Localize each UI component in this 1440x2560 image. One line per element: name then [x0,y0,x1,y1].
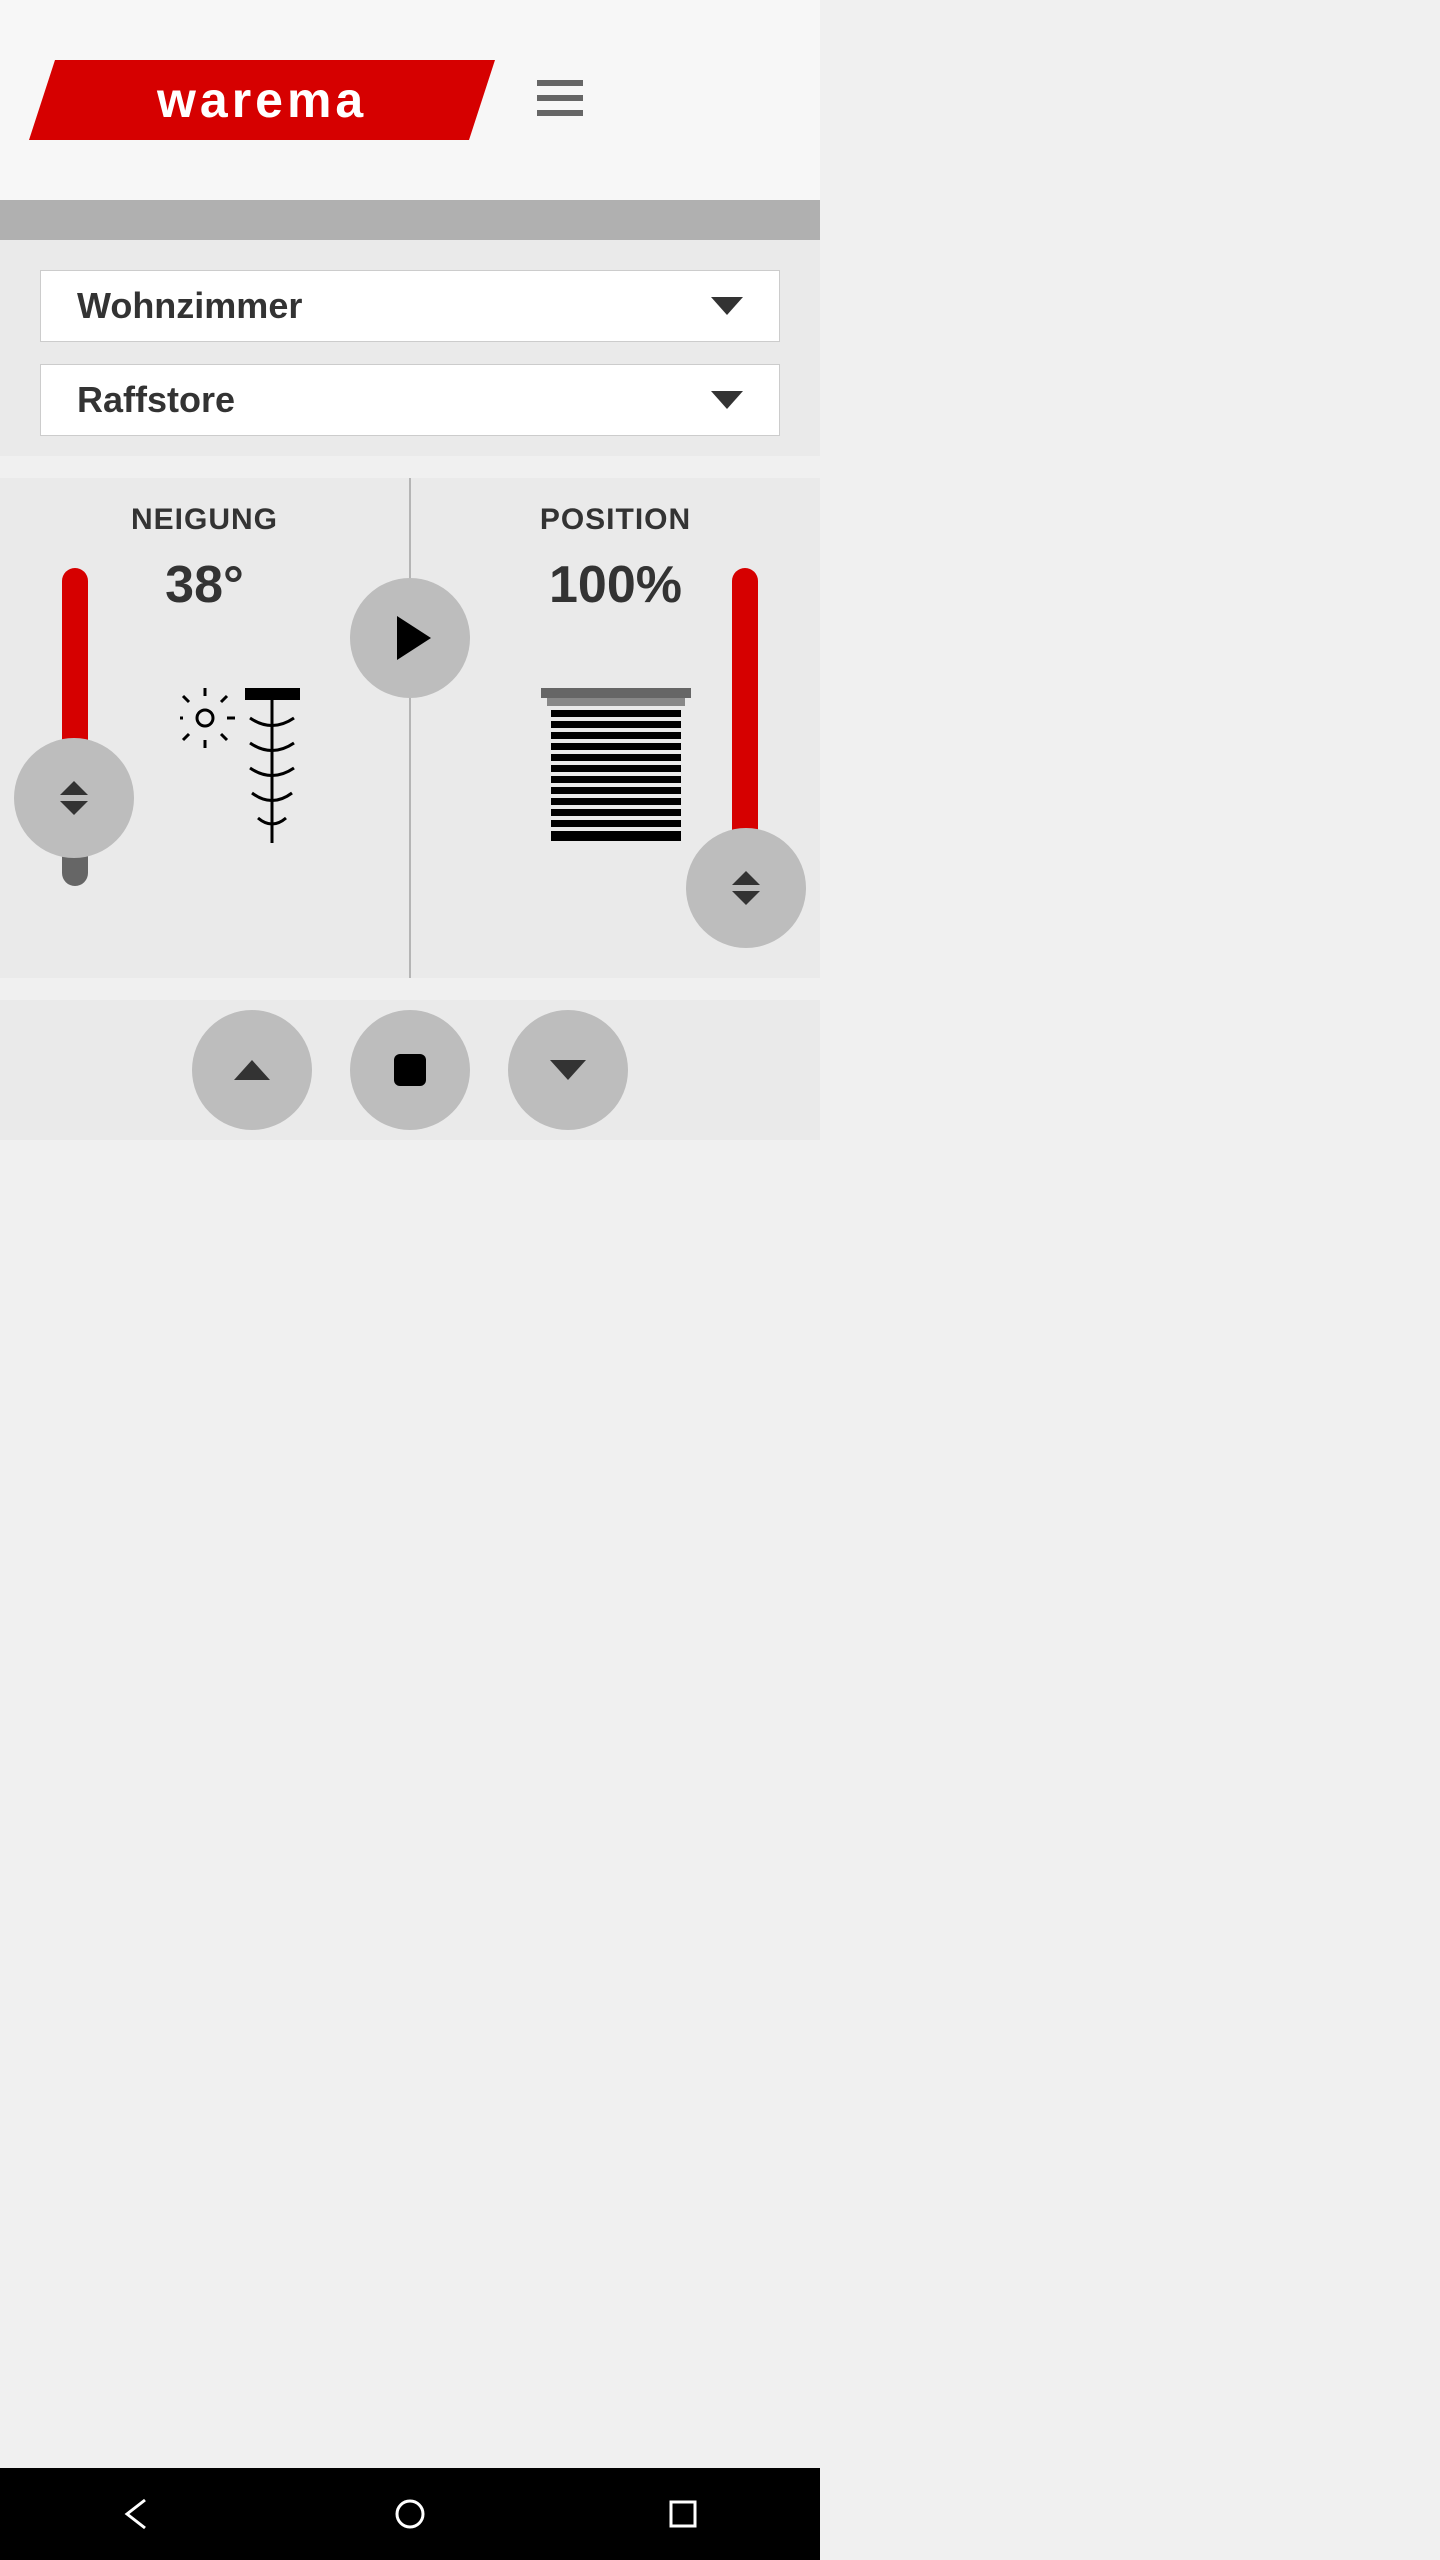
product-dropdown-label: Raffstore [77,379,235,421]
tilt-panel: NEIGUNG 38° [0,478,411,978]
title-bar [0,200,820,240]
arrow-down-icon [732,891,760,905]
tilt-label: NEIGUNG [0,503,409,537]
menu-button[interactable] [537,80,583,121]
position-panel: POSITION 100% [411,478,820,978]
stop-icon [394,1054,426,1086]
home-icon[interactable] [390,2494,430,2534]
selector-area: Wohnzimmer Raffstore [0,240,820,456]
down-button[interactable] [508,1010,628,1130]
position-label: POSITION [411,503,820,537]
triangle-down-icon [550,1060,586,1080]
blind-icon [541,688,691,853]
product-dropdown[interactable]: Raffstore [40,364,780,436]
arrow-down-icon [60,801,88,815]
triangle-up-icon [234,1060,270,1080]
position-slider-thumb[interactable] [686,828,806,948]
back-icon[interactable] [117,2494,157,2534]
tilt-slat-icon [180,688,310,853]
control-row: NEIGUNG 38° [0,478,820,978]
bottom-controls [0,1000,820,1140]
room-dropdown-label: Wohnzimmer [77,285,302,327]
tilt-slider-thumb[interactable] [14,738,134,858]
brand-logo: warema [29,60,495,140]
position-value: 100% [411,555,820,615]
chevron-down-icon [711,297,743,315]
brand-logo-text: warema [157,71,367,129]
hamburger-icon [537,80,583,116]
app-header: warema [0,0,820,200]
recent-apps-icon[interactable] [663,2494,703,2534]
up-button[interactable] [192,1010,312,1130]
tilt-slider-tail [62,856,88,886]
stop-button[interactable] [350,1010,470,1130]
chevron-down-icon [711,391,743,409]
arrow-up-icon [732,871,760,885]
android-navbar [0,2468,820,2560]
room-dropdown[interactable]: Wohnzimmer [40,270,780,342]
arrow-up-icon [60,781,88,795]
